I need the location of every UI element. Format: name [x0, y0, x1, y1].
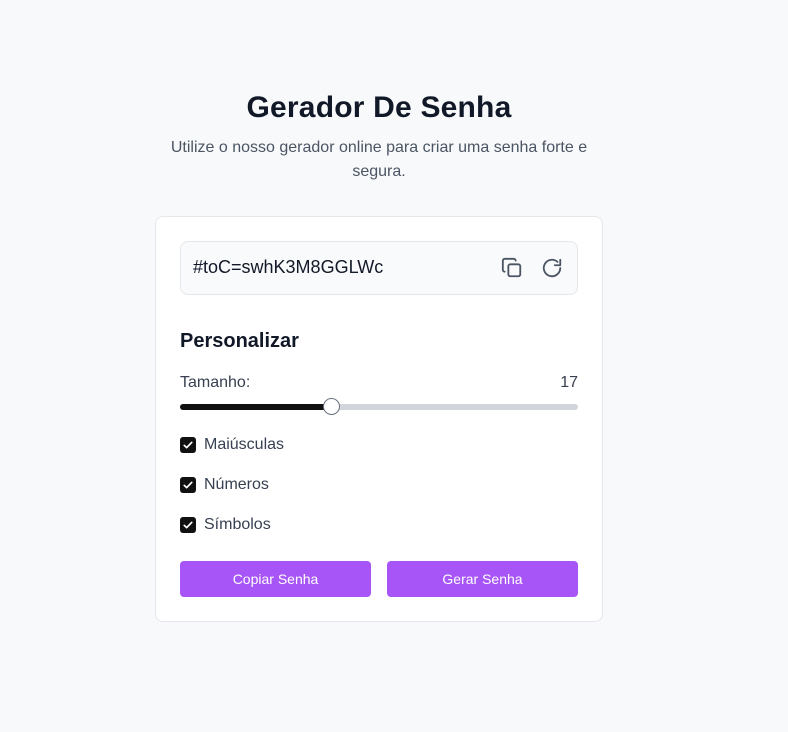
slider-fill: [180, 404, 332, 410]
password-text: #toC=swhK3M8GGLWc: [193, 257, 384, 277]
symbols-label: Símbolos: [204, 516, 271, 533]
option-symbols[interactable]: Símbolos: [180, 515, 271, 535]
generate-password-button[interactable]: Gerar Senha: [387, 561, 578, 597]
option-numbers[interactable]: Números: [180, 475, 269, 495]
uppercase-checkbox[interactable]: [180, 437, 196, 453]
length-slider[interactable]: [180, 398, 578, 416]
length-label: Tamanho:: [180, 374, 251, 391]
option-uppercase[interactable]: Maiúsculas: [180, 435, 284, 455]
slider-thumb[interactable]: [323, 398, 341, 415]
uppercase-label: Maiúsculas: [204, 436, 285, 453]
check-icon: [183, 521, 193, 529]
check-icon: [183, 481, 193, 489]
customize-title: Personalizar: [180, 330, 299, 352]
check-icon: [183, 441, 193, 449]
copy-password-button[interactable]: Copiar Senha: [180, 561, 371, 597]
generator-card: #toC=swhK3M8GGLWc Personalizar Tamanho: …: [155, 216, 603, 622]
copy-icon[interactable]: [501, 257, 523, 279]
numbers-checkbox[interactable]: [180, 477, 196, 493]
length-value: 17: [560, 374, 578, 391]
symbols-checkbox[interactable]: [180, 517, 196, 533]
refresh-icon[interactable]: [541, 257, 563, 279]
password-display: #toC=swhK3M8GGLWc: [180, 241, 578, 295]
page-title: Gerador De Senha: [246, 91, 512, 124]
page-subtitle: Utilize o nosso gerador online para cria…: [170, 139, 588, 180]
numbers-label: Números: [204, 476, 269, 493]
page: Gerador De Senha Utilize o nosso gerador…: [0, 0, 788, 732]
